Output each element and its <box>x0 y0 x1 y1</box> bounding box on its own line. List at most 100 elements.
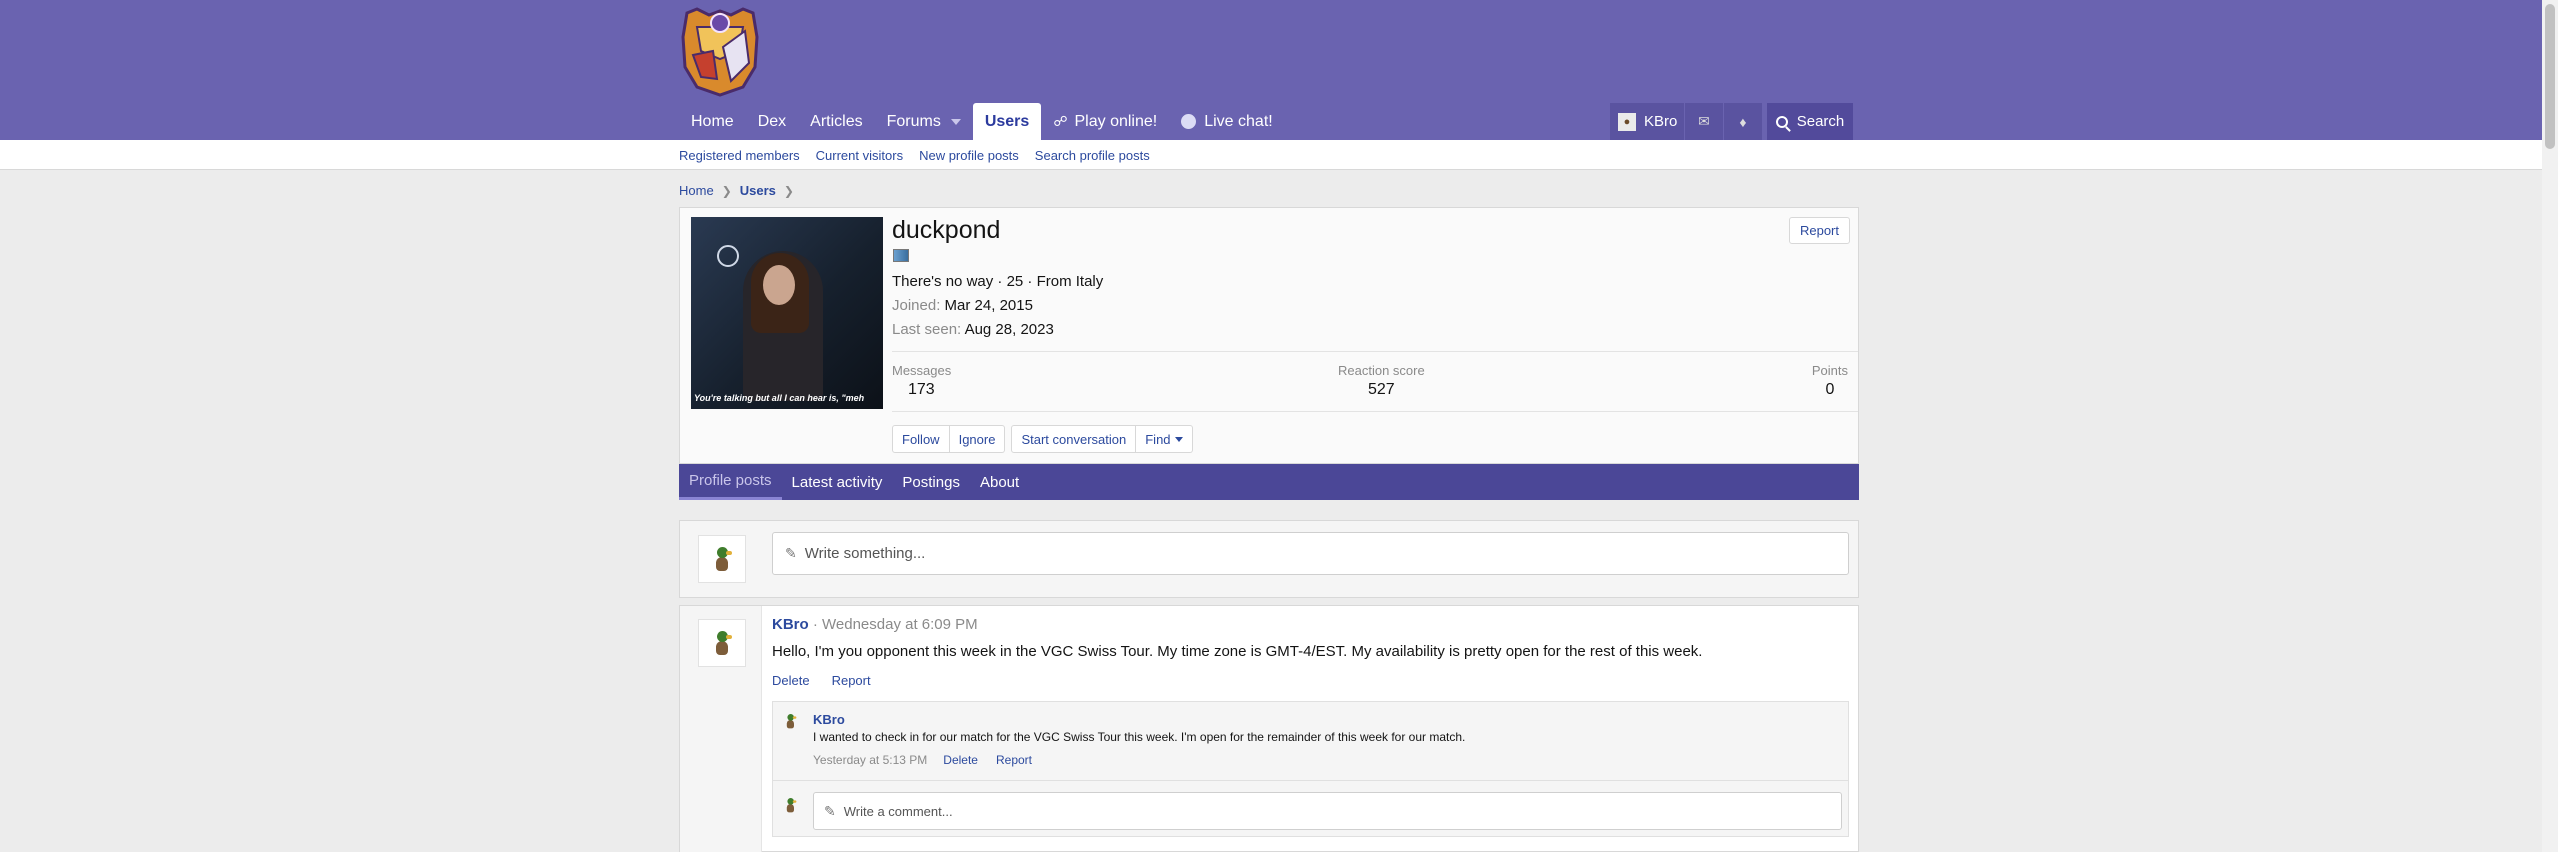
profile-header: You're talking but all I can hear is, "m… <box>679 207 1859 464</box>
chevron-down-icon[interactable] <box>950 118 961 125</box>
find-menu-button[interactable]: Find <box>1136 425 1193 453</box>
breadcrumb-users[interactable]: Users <box>740 183 776 198</box>
delete-post-button[interactable]: Delete <box>772 673 810 688</box>
report-post-button[interactable]: Report <box>832 673 871 688</box>
chat-icon <box>1181 114 1197 129</box>
stat-points-value: 0 <box>1825 381 1835 398</box>
profile-tabs: Profile posts Latest activity Postings A… <box>679 464 1859 500</box>
nav-live-chat-label: Live chat! <box>1204 112 1273 130</box>
page-scrollbar[interactable] <box>2542 0 2558 852</box>
profile-actions: Follow Ignore Start conversation Find <box>892 425 1193 453</box>
avatar: ● <box>1618 112 1636 131</box>
delete-comment-button[interactable]: Delete <box>943 753 978 767</box>
nav-live-chat[interactable]: Live chat! <box>1169 103 1284 140</box>
stat-reaction-score[interactable]: Reaction score 527 <box>1338 363 1425 399</box>
divider <box>773 780 1848 781</box>
subnav-registered-members[interactable]: Registered members <box>679 148 800 163</box>
nav-dex[interactable]: Dex <box>746 103 798 140</box>
joined-label: Joined: <box>892 297 941 314</box>
joined-date: Mar 24, 2015 <box>944 297 1033 314</box>
profile-avatar[interactable]: You're talking but all I can hear is, "m… <box>691 217 883 409</box>
start-conversation-button[interactable]: Start conversation <box>1011 425 1137 453</box>
report-profile-button[interactable]: Report <box>1788 217 1850 244</box>
comment-author[interactable]: KBro <box>813 712 845 727</box>
chevron-right-icon: ❯ <box>721 183 732 198</box>
last-seen-row: Last seen: Aug 28, 2023 <box>892 321 1054 338</box>
post-author[interactable]: KBro <box>772 616 809 633</box>
nav-forums[interactable]: Forums <box>875 103 973 140</box>
avatar[interactable] <box>781 798 799 816</box>
nav-home-label: Home <box>691 112 734 130</box>
nav-users[interactable]: Users <box>972 103 1042 140</box>
stat-messages-label: Messages <box>892 363 952 378</box>
nav-play-online-label: Play online! <box>1074 112 1158 130</box>
user-nav: ● KBro ✉ ♦ Search <box>1610 103 1854 140</box>
stat-messages[interactable]: Messages 173 <box>892 363 951 399</box>
pokeball-icon: ☍ <box>1053 113 1068 129</box>
logo-badge <box>717 245 739 267</box>
subnav-current-visitors[interactable]: Current visitors <box>816 148 903 163</box>
joined-row: Joined: Mar 24, 2015 <box>892 297 1033 314</box>
profile-post-composer: ✎ Write something... <box>679 520 1859 598</box>
avatar-caption: You're talking but all I can hear is, "m… <box>694 393 865 403</box>
nav-play-online[interactable]: ☍ Play online! <box>1041 103 1169 140</box>
chevron-right-icon: ❯ <box>783 183 794 198</box>
duck-avatar-icon <box>785 714 797 730</box>
post-body: Hello, I'm you opponent this week in the… <box>772 643 1703 660</box>
stat-points-label: Points <box>1811 363 1848 378</box>
nav-articles[interactable]: Articles <box>798 103 874 140</box>
ignore-button[interactable]: Ignore <box>949 425 1006 453</box>
account-menu[interactable]: ● KBro <box>1610 103 1684 140</box>
nav-home[interactable]: Home <box>679 103 746 140</box>
write-comment-input[interactable]: ✎ Write a comment... <box>813 792 1842 830</box>
search-icon <box>1775 115 1788 128</box>
write-comment-placeholder: Write a comment... <box>843 803 953 819</box>
tab-profile-posts[interactable]: Profile posts <box>679 464 782 500</box>
breadcrumb-home[interactable]: Home <box>679 183 714 198</box>
tab-about[interactable]: About <box>970 464 1029 500</box>
stat-points[interactable]: Points 0 <box>1812 363 1848 399</box>
write-something-placeholder: Write something... <box>804 545 926 562</box>
stat-reaction-label: Reaction score <box>1338 363 1425 378</box>
subnav-search-profile-posts[interactable]: Search profile posts <box>1035 148 1150 163</box>
scrollbar-thumb[interactable] <box>2545 4 2555 149</box>
tab-postings[interactable]: Postings <box>892 464 970 500</box>
envelope-icon: ✉ <box>1698 113 1710 129</box>
avatar[interactable] <box>698 535 746 583</box>
subnav-new-profile-posts[interactable]: New profile posts <box>919 148 1019 163</box>
tab-latest-activity[interactable]: Latest activity <box>782 464 893 500</box>
duck-avatar-icon <box>785 798 797 814</box>
divider <box>892 411 1858 412</box>
stat-reaction-value: 527 <box>1368 381 1395 398</box>
pencil-icon: ✎ <box>785 545 797 561</box>
comment-text: I wanted to check in for our match for t… <box>813 730 1466 744</box>
profile-blurb: There's no way · 25 · From Italy <box>892 273 1104 290</box>
write-something-input[interactable]: ✎ Write something... <box>772 532 1849 575</box>
flag-icon <box>893 249 909 262</box>
search-label: Search <box>1796 113 1845 130</box>
breadcrumb: Home ❯ Users ❯ <box>679 183 802 198</box>
bell-icon: ♦ <box>1739 113 1747 130</box>
post-timestamp[interactable]: Wednesday at 6:09 PM <box>822 616 978 633</box>
chevron-down-icon <box>1174 436 1183 442</box>
inbox-button[interactable]: ✉ <box>1685 103 1723 140</box>
stat-messages-value: 173 <box>908 381 935 398</box>
avatar[interactable] <box>781 714 799 732</box>
nav-users-label: Users <box>984 112 1030 130</box>
follow-button[interactable]: Follow <box>892 425 950 453</box>
avatar-face <box>763 265 795 305</box>
comment-meta: Yesterday at 5:13 PM Delete Report <box>813 753 1050 767</box>
comment-timestamp[interactable]: Yesterday at 5:13 PM <box>813 753 927 767</box>
nav-articles-label: Articles <box>810 112 863 130</box>
pencil-icon: ✎ <box>824 802 836 819</box>
duck-avatar-icon <box>713 631 732 657</box>
site-logo[interactable] <box>679 7 761 97</box>
site-header: Home Dex Articles Forums Users ☍ Play onl… <box>0 0 2542 140</box>
avatar[interactable] <box>698 619 746 667</box>
search-button[interactable]: Search <box>1767 103 1853 140</box>
report-comment-button[interactable]: Report <box>996 753 1032 767</box>
divider <box>892 351 1858 352</box>
nav-forums-label: Forums <box>886 112 941 130</box>
post-actions: Delete Report <box>772 673 893 688</box>
alerts-button[interactable]: ♦ <box>1724 103 1762 140</box>
